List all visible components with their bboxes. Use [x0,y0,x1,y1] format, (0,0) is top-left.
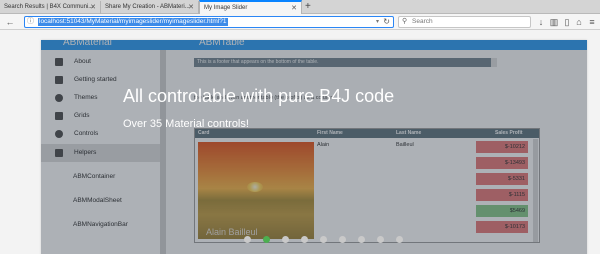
search-placeholder: Search [412,18,433,25]
caption-overlay [41,40,587,254]
pagination-dot[interactable] [377,236,384,243]
back-arrow-icon[interactable]: ← [4,16,16,28]
slide-caption-title: All controlable with pure B4J code [123,86,395,106]
tab-label: My Image Slider [204,5,248,11]
pagination-dot[interactable] [396,236,403,243]
tab-label: Share My Creation - ABMateri... [105,4,190,10]
image-slider[interactable]: ABMaterial ABMTable About Getting starte… [41,40,587,254]
pagination-dot[interactable] [301,236,308,243]
search-bar[interactable]: ⚲ Search [398,16,531,28]
chevron-down-icon[interactable]: ▾ [376,17,379,27]
new-tab-icon[interactable]: + [305,0,311,14]
download-icon[interactable]: ↓ [535,16,547,28]
tab-search-results[interactable]: Search Results | B4X Communi... ✕ [0,1,101,14]
page-viewport: ABMaterial ABMTable About Getting starte… [0,31,600,254]
pagination-dot[interactable] [339,236,346,243]
library-icon[interactable]: ▥ [548,16,560,28]
search-icon: ⚲ [402,18,408,25]
browser-window: Search Results | B4X Communi... ✕ Share … [0,0,600,254]
url-bar[interactable]: ⓘ localhost:51043/MyMaterial/myimageslid… [24,16,394,28]
pagination-dot[interactable] [244,236,251,243]
tab-my-image-slider[interactable]: My Image Slider ✕ [199,0,302,15]
url-text[interactable]: localhost:51043/MyMaterial/myimageslider… [38,18,228,26]
menu-icon[interactable]: ≡ [586,16,598,28]
tab-strip: Search Results | B4X Communi... ✕ Share … [0,0,600,15]
close-tab-icon[interactable]: ✕ [90,1,96,14]
pagination-dot[interactable] [263,236,270,243]
slide-caption-subtitle: Over 35 Material controls! [123,118,249,130]
pagination-dot[interactable] [358,236,365,243]
pagination-dot[interactable] [282,236,289,243]
info-icon[interactable]: ⓘ [27,17,34,27]
tab-share-my-creation[interactable]: Share My Creation - ABMateri... ✕ [101,1,199,14]
pagination-dot[interactable] [320,236,327,243]
reload-icon[interactable]: ↻ [383,17,390,27]
home-icon[interactable]: ⌂ [573,16,585,28]
sidebar-icon[interactable]: ▯ [561,16,573,28]
slider-pagination [0,235,600,245]
navigation-toolbar: ← ⓘ localhost:51043/MyMaterial/myimagesl… [0,14,600,30]
tab-label: Search Results | B4X Communi... [4,4,94,10]
close-tab-icon[interactable]: ✕ [188,1,194,14]
